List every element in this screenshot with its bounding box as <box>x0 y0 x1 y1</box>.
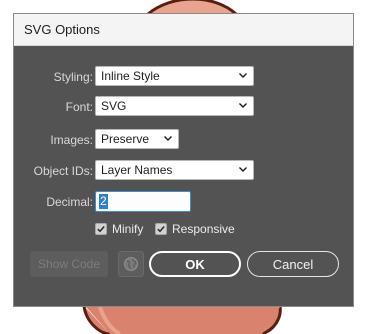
images-select[interactable]: Preserve <box>95 129 179 149</box>
font-label: Font: <box>65 100 93 114</box>
decimal-value: 2 <box>99 194 108 209</box>
styling-select[interactable]: Inline Style <box>95 66 254 86</box>
styling-label: Styling: <box>53 70 93 84</box>
dialog-title: SVG Options <box>24 22 100 37</box>
object-ids-value: Layer Names <box>101 163 173 177</box>
globe-icon <box>124 257 138 271</box>
object-ids-label: Object IDs: <box>33 164 93 178</box>
font-select[interactable]: SVG <box>95 96 254 116</box>
responsive-checkbox[interactable]: Responsive <box>155 222 235 236</box>
responsive-label: Responsive <box>172 222 235 236</box>
minify-label: Minify <box>112 222 144 236</box>
styling-value: Inline Style <box>101 69 160 83</box>
font-value: SVG <box>101 99 127 113</box>
object-ids-select[interactable]: Layer Names <box>95 160 254 180</box>
svg-options-dialog: SVG Options Styling: Inline Style Font: … <box>13 13 354 307</box>
minify-checkbox[interactable]: Minify <box>95 222 143 236</box>
ok-button[interactable]: OK <box>149 251 241 277</box>
cancel-button[interactable]: Cancel <box>247 251 339 277</box>
chevron-down-icon <box>239 103 247 108</box>
show-code-button[interactable]: Show Code <box>30 251 108 277</box>
images-label: Images: <box>50 133 93 147</box>
globe-button[interactable] <box>118 251 144 277</box>
decimal-input[interactable]: 2 <box>95 191 191 212</box>
chevron-down-icon <box>239 73 247 78</box>
checkbox-checked-icon <box>155 223 167 235</box>
dialog-titlebar[interactable]: SVG Options <box>14 14 353 46</box>
images-value: Preserve <box>101 132 150 146</box>
chevron-down-icon <box>164 136 172 141</box>
checkbox-checked-icon <box>95 223 107 235</box>
chevron-down-icon <box>239 167 247 172</box>
decimal-label: Decimal: <box>46 195 93 209</box>
